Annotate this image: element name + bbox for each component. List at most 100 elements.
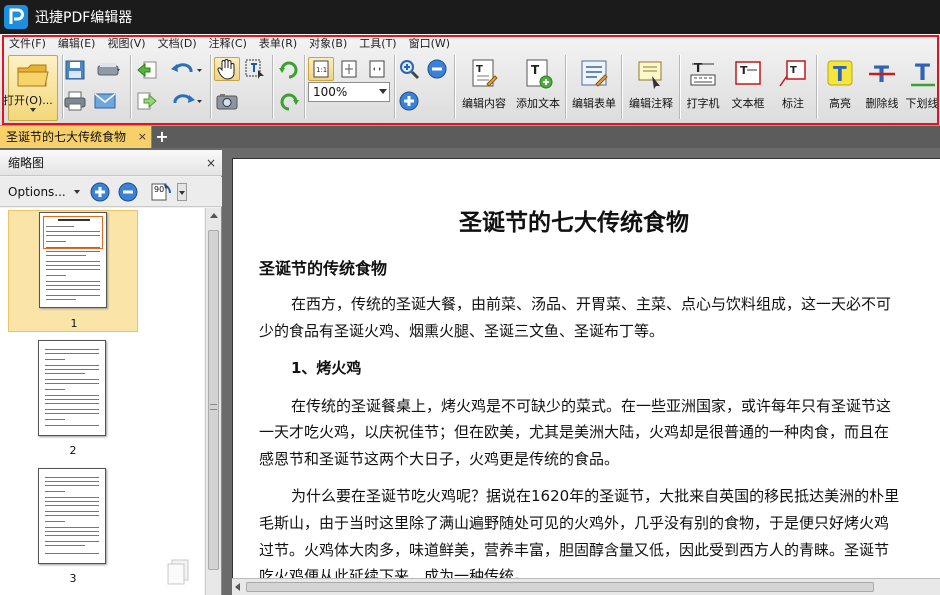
add-text-label: 添加文本 — [516, 97, 560, 110]
tab-document[interactable]: 圣诞节的七大传统食物 × — [0, 126, 152, 148]
menu-file[interactable]: 文件(F) — [6, 36, 55, 52]
window-title: 迅捷PDF编辑器 — [35, 10, 133, 26]
plus-circle-icon — [399, 91, 419, 111]
open-dropdown-icon — [30, 108, 36, 112]
pages-stack-icon — [167, 559, 189, 585]
edit-annotation-label: 编辑注释 — [629, 97, 673, 110]
edit-content-icon: T — [472, 59, 498, 87]
menu-form[interactable]: 表单(R) — [256, 36, 306, 52]
plus-circle-icon — [90, 182, 110, 202]
document-viewport: 圣诞节的七大传统食物 圣诞节的传统食物 在西方，传统的圣诞大餐，由前菜、汤品、开… — [223, 150, 940, 595]
undo-icon — [171, 63, 202, 72]
underline-label: 下划线 — [905, 97, 939, 110]
menu-edit[interactable]: 编辑(E) — [55, 36, 105, 52]
pdf-page[interactable]: 圣诞节的七大传统食物 圣诞节的传统食物 在西方，传统的圣诞大餐，由前菜、汤品、开… — [232, 158, 940, 588]
thumbnail-page-1[interactable]: 1 — [8, 210, 138, 332]
menu-bar: 文件(F) 编辑(E) 视图(V) 文档(D) 注释(C) 表单(R) 对象(B… — [6, 36, 459, 52]
thumbnail-scrollbar[interactable] — [205, 208, 221, 595]
thumbnail-page-2[interactable]: 2 — [8, 338, 138, 460]
fit-width-icon — [369, 60, 385, 78]
menu-tools[interactable]: 工具(T) — [356, 36, 405, 52]
menu-view[interactable]: 视图(V) — [104, 36, 154, 52]
svg-text:T: T — [531, 63, 540, 77]
rotate-90-label: 90° — [154, 185, 169, 194]
arrow-right-green-icon — [137, 92, 157, 110]
undo-button[interactable] — [166, 58, 206, 82]
edit-content-button[interactable]: T 编辑内容 — [458, 55, 510, 121]
title-bar: 迅捷PDF编辑器 — [0, 0, 940, 34]
email-button[interactable] — [92, 89, 118, 113]
zoom-tool-button[interactable] — [396, 57, 422, 81]
snapshot-button[interactable] — [214, 89, 240, 113]
rotate-clockwise-button[interactable] — [276, 57, 302, 81]
tab-close-icon[interactable]: × — [138, 126, 147, 148]
paragraph-line: 过节。火鸡体大肉多，味道鲜美，营养丰富，胆固醇含量又低，因此受到西方人的青睐。圣… — [259, 541, 890, 559]
textbox-button[interactable]: T 文本框 — [726, 55, 770, 121]
fit-page-icon — [341, 60, 357, 78]
zoom-in-button[interactable] — [396, 89, 422, 113]
paragraph-line: 毛斯山，由于当时这里除了满山遍野随处可见的火鸡外，几乎没有别的食物，于是便只好烤… — [259, 514, 890, 532]
print-button[interactable] — [62, 89, 88, 113]
new-tab-button[interactable]: + — [155, 129, 169, 145]
callout-label: 标注 — [782, 97, 804, 110]
scanner-icon — [97, 63, 120, 76]
rotate-dropdown-icon[interactable] — [177, 183, 187, 201]
scrollbar-thumb[interactable] — [208, 230, 219, 570]
import-button[interactable] — [134, 58, 160, 82]
scroll-left-icon[interactable] — [235, 583, 240, 591]
highlight-button[interactable]: T 高亮 — [820, 55, 860, 121]
edit-annotation-icon — [638, 61, 662, 89]
scrollbar-thumb[interactable] — [246, 582, 874, 592]
highlight-label: 高亮 — [829, 97, 851, 110]
menu-comment[interactable]: 注释(C) — [206, 36, 256, 52]
page-number-3: 3 — [69, 572, 77, 585]
scanner-button[interactable] — [92, 58, 126, 82]
thumbnail-image — [38, 468, 106, 564]
save-button[interactable] — [62, 58, 88, 82]
underline-button[interactable]: T 下划线 — [904, 55, 940, 121]
fit-page-button[interactable] — [336, 57, 362, 81]
rotate-counterclockwise-button[interactable] — [276, 89, 302, 113]
thumbnail-image — [38, 340, 106, 436]
edit-form-label: 编辑表单 — [572, 97, 616, 110]
zoom-select[interactable]: 100% — [308, 82, 390, 102]
thumbnail-image — [39, 212, 107, 308]
scroll-up-icon[interactable] — [210, 213, 218, 218]
callout-button[interactable]: T 标注 — [772, 55, 814, 121]
actual-size-button[interactable]: 1:1 — [308, 57, 334, 81]
menu-document[interactable]: 文档(D) — [155, 36, 206, 52]
redo-button[interactable] — [166, 89, 206, 113]
thumbnail-zoom-out-button[interactable] — [115, 180, 141, 204]
typewriter-button[interactable]: T 打字机 — [682, 55, 724, 121]
app-window: 迅捷PDF编辑器 文件(F) 编辑(E) 视图(V) 文档(D) 注释(C) 表… — [0, 0, 940, 595]
open-button[interactable]: 打开(O)... — [3, 55, 58, 121]
options-dropdown[interactable]: Options... — [4, 181, 82, 203]
edit-form-icon — [581, 60, 608, 87]
thumbnail-toolbar: Options... 90° — [0, 177, 222, 207]
menu-window[interactable]: 窗口(W) — [406, 36, 459, 52]
thumbnail-rotate-button[interactable]: 90° — [148, 180, 174, 204]
add-text-button[interactable]: T 添加文本 — [512, 55, 564, 121]
svg-text:T: T — [694, 61, 703, 75]
rotate-ccw-icon — [280, 93, 299, 111]
page-number-2: 2 — [69, 444, 77, 457]
paragraph-line: 感恩节和圣诞节这两个大日子，火鸡更是传统的食品。 — [259, 450, 620, 468]
zoom-dropdown-icon — [379, 89, 387, 94]
document-horizontal-scrollbar[interactable] — [232, 578, 940, 595]
page-number-1: 1 — [70, 317, 78, 330]
thumbnail-page-3[interactable]: 3 — [8, 466, 138, 588]
select-text-button[interactable] — [242, 57, 268, 81]
paragraph-line: 少的食品有圣诞火鸡、烟熏火腿、圣诞三文鱼、圣诞布丁等。 — [259, 322, 665, 340]
zoom-out-button[interactable] — [424, 57, 450, 81]
thumbnail-zoom-in-button[interactable] — [87, 180, 113, 204]
fit-width-button[interactable] — [364, 57, 390, 81]
text-select-icon — [245, 59, 264, 79]
panel-close-icon[interactable]: × — [206, 150, 216, 176]
menu-object[interactable]: 对象(B) — [306, 36, 356, 52]
edit-annotation-button[interactable]: 编辑注释 — [624, 55, 678, 121]
hand-tool-button[interactable] — [214, 57, 240, 81]
edit-form-button[interactable]: 编辑表单 — [568, 55, 620, 121]
strikethrough-button[interactable]: T 删除线 — [860, 55, 904, 121]
svg-text:T: T — [915, 61, 930, 86]
export-button[interactable] — [134, 89, 160, 113]
